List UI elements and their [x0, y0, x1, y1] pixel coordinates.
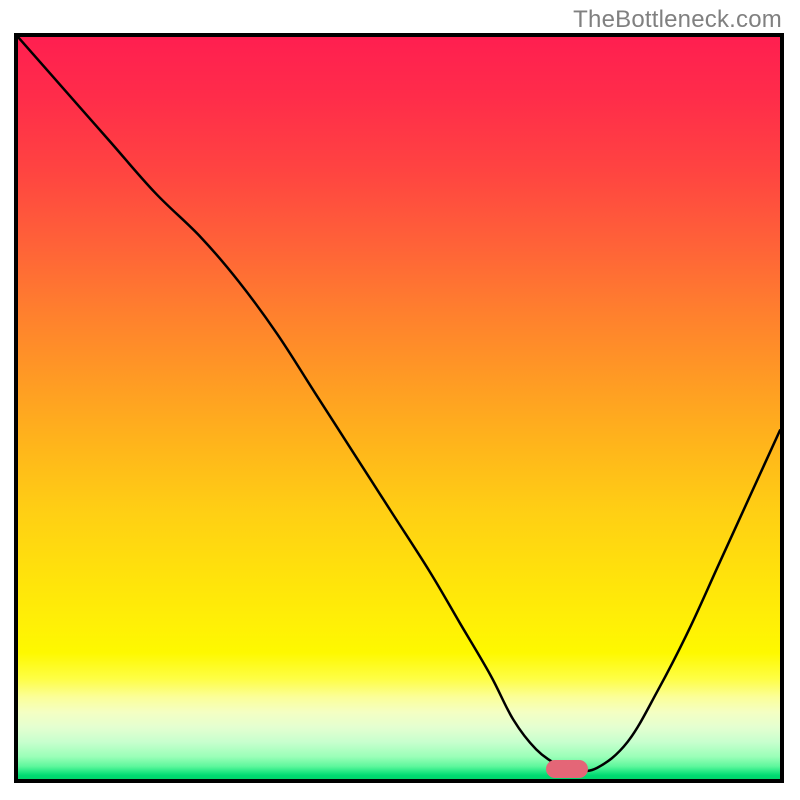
chart-stage: TheBottleneck.com [0, 0, 800, 800]
plot-area [14, 33, 784, 783]
optimal-marker [546, 760, 588, 778]
watermark-text: TheBottleneck.com [573, 6, 782, 34]
bottleneck-curve [18, 37, 780, 779]
